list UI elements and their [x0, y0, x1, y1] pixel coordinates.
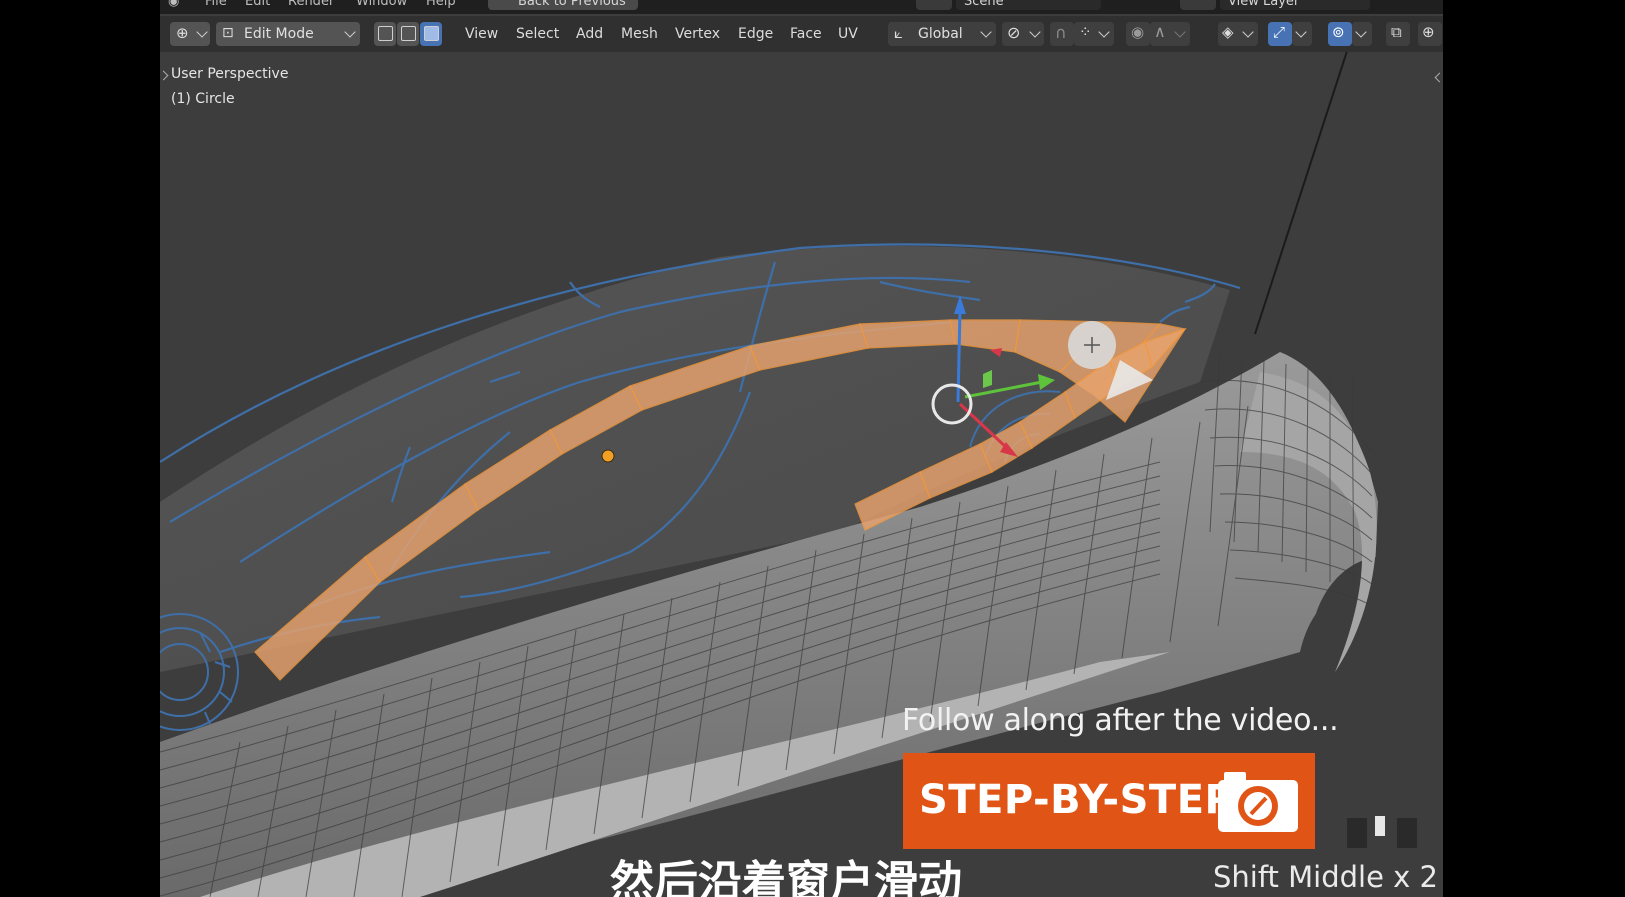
chevron-down-icon: [1174, 26, 1186, 38]
blender-window: ◉ File Edit Render Window Help Back to P…: [160, 0, 1443, 897]
edit-mode-icon: ⊡: [222, 25, 234, 41]
editor-type-button[interactable]: ⊕: [170, 22, 210, 46]
xray-icon: ⧉: [1391, 23, 1402, 41]
menu-view[interactable]: View: [465, 26, 498, 42]
gizmo-toggle-button[interactable]: ⤢: [1268, 22, 1292, 46]
key-hint-label: Shift Middle x 2: [1213, 860, 1438, 894]
snap-target-dropdown[interactable]: ⁘: [1074, 22, 1114, 46]
gizmo-dropdown[interactable]: [1292, 22, 1312, 46]
chevron-down-icon: [980, 26, 992, 38]
menu-vertex[interactable]: Vertex: [675, 26, 720, 42]
step-by-step-label: STEP-BY-STEP: [919, 777, 1235, 823]
menu-render[interactable]: Render: [288, 0, 334, 9]
menu-file[interactable]: File: [205, 0, 227, 9]
mode-dropdown[interactable]: ⊡ Edit Mode: [216, 22, 360, 46]
visibility-dropdown[interactable]: ◈: [1218, 22, 1258, 46]
magnet-icon: ∩: [1055, 23, 1067, 42]
step-by-step-badge: STEP-BY-STEP: [903, 753, 1315, 849]
top-menu-bar: ◉ File Edit Render Window Help Back to P…: [160, 0, 1443, 14]
chevron-down-icon: [344, 26, 356, 38]
falloff-icon: ∧: [1154, 22, 1166, 41]
menu-add[interactable]: Add: [576, 26, 603, 42]
pivot-point-dropdown[interactable]: ⊘: [1002, 22, 1044, 46]
chevron-down-icon: [1355, 26, 1367, 38]
follow-along-caption: Follow along after the video...: [902, 703, 1339, 738]
back-to-previous-label: Back to Previous: [518, 0, 626, 9]
overlays-dropdown[interactable]: [1352, 22, 1372, 46]
scene-selector[interactable]: Scene: [956, 0, 1101, 10]
view-name-label: User Perspective: [171, 66, 289, 82]
menu-help[interactable]: Help: [426, 0, 456, 9]
back-to-previous-button[interactable]: Back to Previous: [488, 0, 638, 10]
xray-toggle-button[interactable]: ⧉: [1386, 22, 1410, 46]
chevron-down-icon: [1098, 26, 1110, 38]
orientation-label: Global: [918, 26, 963, 42]
editor-type-icon: ⊕: [176, 24, 189, 42]
menu-uv[interactable]: UV: [838, 26, 858, 42]
reference-image-edge: [1254, 52, 1348, 335]
menu-face[interactable]: Face: [790, 26, 822, 42]
transform-orientation-dropdown[interactable]: ⟀ Global: [888, 22, 996, 46]
snap-grid-icon: ⁘: [1079, 23, 1092, 41]
menu-select[interactable]: Select: [516, 26, 559, 42]
mouse-buttons-icon: [1347, 816, 1417, 848]
proportional-edit-icon: ◉: [1131, 23, 1145, 41]
chevron-down-icon: [1029, 26, 1041, 38]
vertex-select-icon: [378, 26, 393, 41]
face-select-icon: [424, 26, 439, 41]
menu-mesh[interactable]: Mesh: [621, 26, 658, 42]
chinese-subtitle: 然后沿着窗户滑动: [610, 857, 962, 897]
overlays-icon: ⊚: [1332, 23, 1345, 41]
gizmo-icon: ⤢: [1273, 23, 1286, 41]
mode-label: Edit Mode: [244, 26, 314, 42]
edge-select-mode-button[interactable]: [397, 22, 419, 46]
camera-icon: [1218, 772, 1298, 832]
wireframe-shading-button[interactable]: ⊕: [1418, 22, 1442, 46]
chevron-down-icon: [1295, 26, 1307, 38]
edge-select-icon: [401, 26, 416, 41]
overlays-toggle-button[interactable]: ⊚: [1328, 22, 1352, 46]
snap-toggle-button[interactable]: ∩: [1050, 22, 1074, 46]
wireframe-sphere-icon: ⊕: [1422, 23, 1435, 41]
face-select-mode-button[interactable]: [420, 22, 442, 46]
object-name-label: (1) Circle: [171, 91, 235, 107]
orientation-icon: ⟀: [894, 24, 903, 42]
falloff-dropdown[interactable]: ∧: [1150, 22, 1190, 46]
scene-name: Scene: [964, 0, 1004, 9]
chevron-down-icon: [1242, 26, 1254, 38]
proportional-edit-button[interactable]: ◉: [1126, 22, 1150, 46]
eye-icon: ◈: [1222, 23, 1234, 41]
blender-logo-icon[interactable]: ◉: [168, 0, 179, 9]
view-layer-icon[interactable]: [1180, 0, 1216, 10]
menu-edge[interactable]: Edge: [738, 26, 773, 42]
vertex-select-mode-button[interactable]: [374, 22, 396, 46]
view-layer-name: View Layer: [1228, 0, 1300, 9]
viewport-header: ⊕ ⊡ Edit Mode View Select Add Mesh Verte…: [160, 16, 1443, 52]
object-origin-dot: [601, 449, 615, 463]
view-layer-selector[interactable]: View Layer: [1220, 0, 1370, 10]
chevron-down-icon: [196, 26, 208, 38]
menu-edit[interactable]: Edit: [245, 0, 270, 9]
pivot-icon: ⊘: [1007, 23, 1021, 42]
menu-window[interactable]: Window: [356, 0, 407, 9]
scene-icon[interactable]: [916, 0, 952, 10]
